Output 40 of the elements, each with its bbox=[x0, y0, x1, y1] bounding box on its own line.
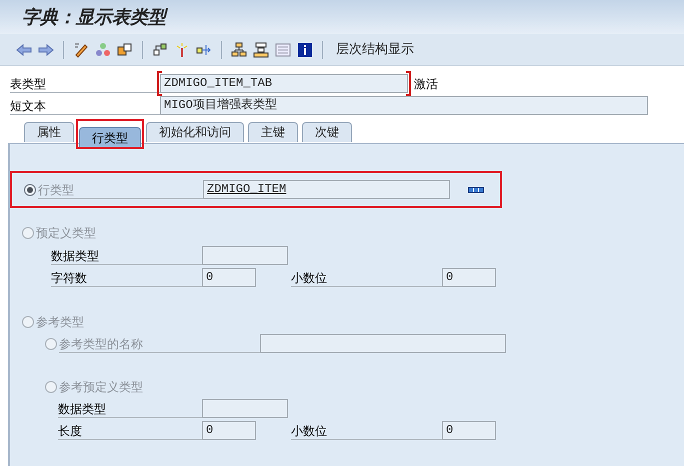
stack-icon[interactable] bbox=[253, 42, 269, 58]
tab[interactable]: 主键 bbox=[248, 122, 298, 142]
hierarchy-display-button[interactable]: 层次结构显示 bbox=[332, 40, 418, 60]
status-text: 激活 bbox=[414, 76, 438, 92]
radio-label: 参考类型 bbox=[36, 314, 84, 331]
copy-icon[interactable] bbox=[117, 42, 133, 58]
tab[interactable]: 行类型 bbox=[79, 127, 141, 147]
radio-label: 预定义类型 bbox=[36, 225, 96, 242]
input-field[interactable] bbox=[260, 334, 506, 353]
input-field[interactable]: MIGO项目增强表类型 bbox=[160, 96, 648, 115]
value-help-icon[interactable] bbox=[468, 186, 484, 192]
input-field[interactable]: 0 bbox=[442, 268, 496, 287]
info-icon[interactable] bbox=[297, 42, 313, 58]
hierarchy-icon[interactable] bbox=[231, 42, 247, 58]
branch-icon[interactable] bbox=[152, 42, 168, 58]
list-icon[interactable] bbox=[275, 42, 291, 58]
radio-label: 参考预定义类型 bbox=[59, 379, 143, 396]
window-title: 字典：显示表类型 bbox=[22, 6, 166, 30]
radio-button[interactable] bbox=[22, 227, 34, 239]
circles-icon[interactable] bbox=[95, 42, 111, 58]
back-arrow-icon[interactable] bbox=[16, 42, 32, 58]
tab[interactable]: 次键 bbox=[302, 122, 352, 142]
radio-button[interactable] bbox=[45, 381, 57, 393]
input-field[interactable]: ZDMIGO_ITEM bbox=[203, 180, 450, 199]
input-field[interactable]: ZDMIGO_ITEM_TAB bbox=[160, 74, 408, 93]
light-icon[interactable] bbox=[174, 42, 190, 58]
tab[interactable]: 初始化和访问 bbox=[146, 122, 244, 142]
pencil-icon[interactable] bbox=[73, 42, 89, 58]
input-field[interactable]: 0 bbox=[202, 421, 256, 440]
input-field[interactable]: 0 bbox=[442, 421, 496, 440]
input-field[interactable]: 0 bbox=[202, 268, 256, 287]
radio-button[interactable] bbox=[45, 338, 57, 350]
input-field[interactable] bbox=[202, 246, 288, 265]
radio-button[interactable] bbox=[22, 316, 34, 328]
tab[interactable]: 属性 bbox=[24, 122, 74, 142]
input-field[interactable] bbox=[202, 399, 288, 418]
field-label: 行类型 bbox=[38, 180, 203, 199]
forward-arrow-icon[interactable] bbox=[38, 42, 54, 58]
field-label: 参考类型的名称 bbox=[59, 334, 260, 353]
radio-button[interactable] bbox=[24, 184, 36, 196]
